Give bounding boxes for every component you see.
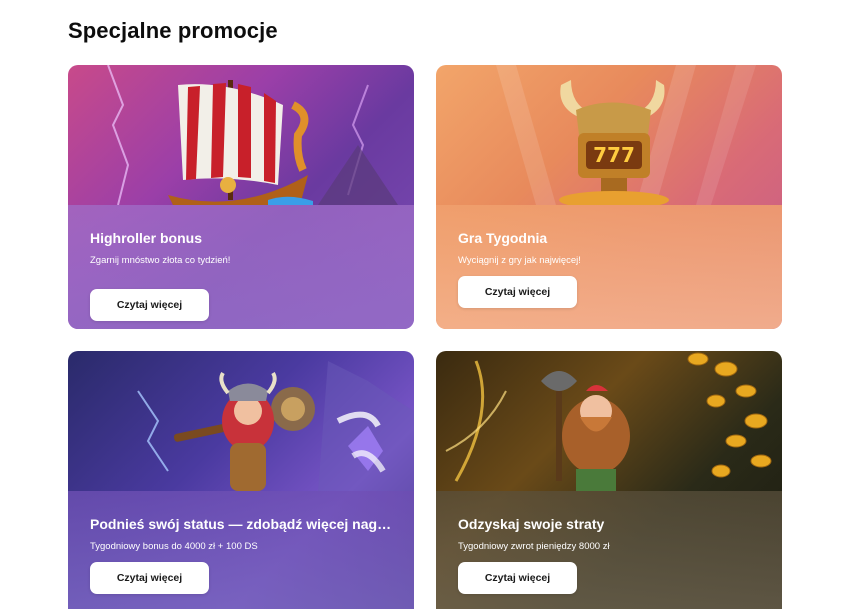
- section-title: Specjalne promocje: [68, 18, 278, 43]
- card-content: Gra Tygodnia Wyciągnij z gry jak najwięc…: [436, 205, 782, 329]
- card-content: Odzyskaj swoje straty Tygodniowy zwrot p…: [436, 491, 782, 609]
- card-description: Tygodniowy zwrot pieniędzy 8000 zł: [458, 541, 610, 552]
- card-description: Zgarnij mnóstwo złota co tydzień!: [90, 255, 231, 266]
- card-content: Podnieś swój status — zdobądź więcej nag…: [68, 491, 414, 609]
- read-more-button[interactable]: Czytaj więcej: [458, 276, 577, 308]
- promo-card-status[interactable]: Podnieś swój status — zdobądź więcej nag…: [68, 351, 414, 609]
- promo-card-game-of-week[interactable]: 777 Gra Tygodnia Wyciągnij z gry jak naj…: [436, 65, 782, 329]
- read-more-button[interactable]: Czytaj więcej: [90, 562, 209, 594]
- card-content: Highroller bonus Zgarnij mnóstwo złota c…: [68, 205, 414, 329]
- dwarf-gold-coins-illustration: [445, 352, 772, 491]
- horned-777-trophy-illustration: 777: [496, 65, 756, 205]
- card-title: Gra Tygodnia: [458, 230, 548, 246]
- card-title: Odzyskaj swoje straty: [458, 516, 605, 532]
- card-description: Tygodniowy bonus do 4000 zł + 100 DS: [90, 541, 258, 552]
- card-title: Podnieś swój status — zdobądź więcej nag…: [90, 516, 392, 532]
- read-more-button[interactable]: Czytaj więcej: [458, 562, 577, 594]
- card-description: Wyciągnij z gry jak najwięcej!: [458, 255, 581, 266]
- viking-ship-illustration: [107, 65, 398, 205]
- card-title: Highroller bonus: [90, 230, 202, 246]
- promo-card-cashback[interactable]: Odzyskaj swoje straty Tygodniowy zwrot p…: [436, 351, 782, 609]
- read-more-button[interactable]: Czytaj więcej: [90, 289, 209, 321]
- viking-warrior-woman-illustration: [137, 361, 414, 491]
- promo-card-highroller[interactable]: Highroller bonus Zgarnij mnóstwo złota c…: [68, 65, 414, 329]
- svg-text:777: 777: [593, 143, 635, 167]
- promotions-page: Specjalne promocje Highroller bonus Zgar…: [0, 0, 854, 609]
